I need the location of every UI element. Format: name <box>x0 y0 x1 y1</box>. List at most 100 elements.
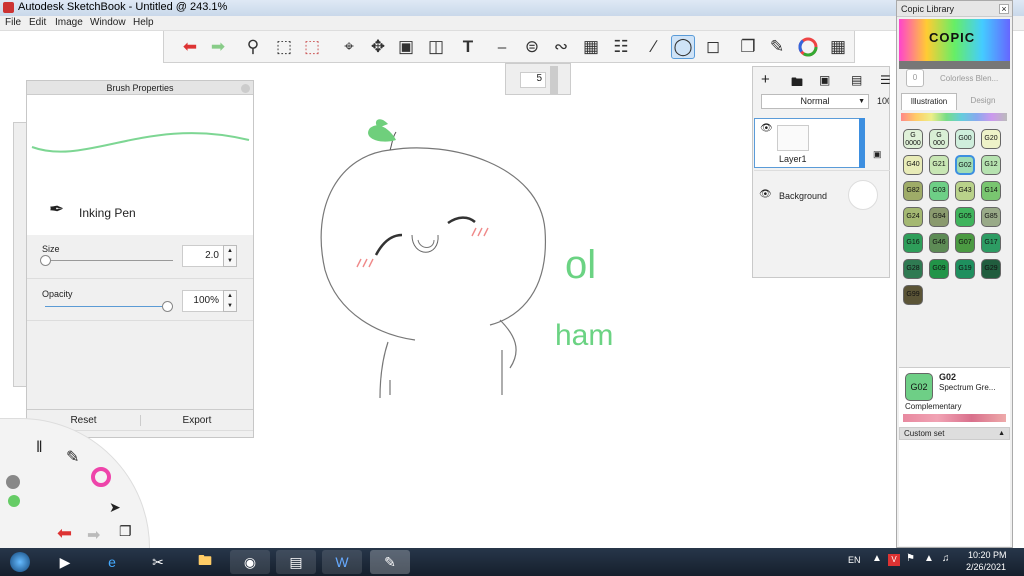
shape-icon[interactable]: ◻ <box>701 35 725 59</box>
swatch-g00[interactable]: G00 <box>955 129 975 149</box>
copic-library-icon[interactable]: ▦ <box>826 35 850 59</box>
swatch-g000[interactable]: G 000 <box>929 129 949 149</box>
chrome-icon[interactable]: ◉ <box>230 550 270 574</box>
tab-illustration[interactable]: Illustration <box>901 93 957 110</box>
swatch-g03[interactable]: G03 <box>929 181 949 201</box>
clock-time[interactable]: 10:20 PM <box>968 550 1007 560</box>
swatch-g12[interactable]: G12 <box>981 155 1001 175</box>
blend-mode-select[interactable]: Normal ▼ <box>761 94 869 109</box>
radial-undo-icon[interactable]: ⬅ <box>57 523 72 544</box>
ie-icon[interactable]: e <box>92 550 132 574</box>
signal-icon[interactable]: ▲ <box>924 553 934 564</box>
swatch-g19[interactable]: G19 <box>955 259 975 279</box>
ellipse-guide-icon[interactable]: ⊜ <box>520 35 544 59</box>
clock-date[interactable]: 2/26/2021 <box>966 562 1006 572</box>
pencil-puck-icon[interactable] <box>6 475 20 489</box>
canvas-drawing[interactable]: ol ham <box>300 110 680 410</box>
close-icon[interactable]: × <box>999 4 1009 14</box>
swatch-g0000[interactable]: G 0000 <box>903 129 923 149</box>
menu-help[interactable]: Help <box>133 17 154 28</box>
undo-icon[interactable]: ⬅ <box>178 35 202 59</box>
brush-library-icon[interactable]: ✎ <box>765 35 789 59</box>
start-button[interactable] <box>0 550 40 574</box>
crop-icon[interactable]: ⌖ <box>337 35 361 59</box>
colorless-swatch[interactable]: 0 <box>906 69 924 87</box>
media-player-icon[interactable]: ▶ <box>45 550 85 574</box>
layer-options-icon[interactable]: ▤ <box>851 73 862 87</box>
color-puck-icon[interactable] <box>91 467 111 487</box>
size-stepper[interactable]: ▲ ▼ <box>223 245 237 267</box>
menu-image[interactable]: Image <box>55 17 83 28</box>
volume-icon[interactable]: ♫ <box>942 553 950 564</box>
export-button[interactable]: Export <box>141 415 253 426</box>
add-layer-icon[interactable]: + <box>761 71 770 88</box>
swatch-g24[interactable]: G24 <box>903 207 923 227</box>
layer-opacity-value[interactable]: 100 <box>877 96 889 106</box>
brush-size-slider[interactable] <box>550 66 558 94</box>
swatch-g29[interactable]: G29 <box>981 259 1001 279</box>
brush-size-puck[interactable]: 5 <box>505 63 571 95</box>
opacity-input[interactable]: 100% <box>182 290 224 312</box>
tray-expand-icon[interactable]: ▲ <box>872 553 882 564</box>
swatch-g40[interactable]: G40 <box>903 155 923 175</box>
swatch-g05[interactable]: G05 <box>955 207 975 227</box>
ruler-icon[interactable]: ⎯ <box>490 35 514 59</box>
background-row[interactable]: 👁 Background <box>754 170 890 218</box>
swatch-g02[interactable]: G02 <box>955 155 975 175</box>
perspective-icon[interactable]: ▦ <box>579 35 603 59</box>
swatch-g21[interactable]: G21 <box>929 155 949 175</box>
menu-file[interactable]: File <box>5 17 21 28</box>
snipping-tool-icon[interactable]: ✂ <box>138 550 178 574</box>
sketchbook-icon[interactable]: ✎ <box>370 550 410 574</box>
winrar-icon[interactable]: ▤ <box>276 550 316 574</box>
language-indicator[interactable]: EN <box>848 555 861 565</box>
radial-redo-icon[interactable]: ➡ <box>87 525 100 545</box>
opacity-slider-thumb[interactable] <box>162 301 173 312</box>
explorer-icon[interactable]: 🖿 <box>185 550 225 574</box>
swatch-g07[interactable]: G07 <box>955 233 975 253</box>
layer-lock-icon[interactable]: ▣ <box>873 149 882 160</box>
menu-window[interactable]: Window <box>90 17 126 28</box>
tab-design[interactable]: Design <box>957 93 1009 110</box>
swatch-g43[interactable]: G43 <box>955 181 975 201</box>
move-icon[interactable]: ✥ <box>366 35 390 59</box>
swatch-g94[interactable]: G94 <box>929 207 949 227</box>
swatch-g09[interactable]: G09 <box>929 259 949 279</box>
image-icon[interactable]: ▣ <box>819 73 830 87</box>
ellipse-icon[interactable]: ◯ <box>671 35 695 59</box>
swatch-g82[interactable]: G82 <box>903 181 923 201</box>
select-icon[interactable]: ⬚ <box>272 35 296 59</box>
fill-icon[interactable]: ◫ <box>424 35 448 59</box>
paint-brush-icon[interactable]: ✎ <box>66 447 79 467</box>
select-tool-icon[interactable]: ➤ <box>109 499 121 516</box>
lasso-select-icon[interactable]: ⬚ <box>300 35 324 59</box>
size-input[interactable]: 2.0 <box>182 245 224 267</box>
layers-copy-icon[interactable]: ❐ <box>736 35 760 59</box>
layers-icon[interactable]: ❐ <box>119 523 132 540</box>
swatch-g46[interactable]: G46 <box>929 233 949 253</box>
size-slider-track[interactable] <box>45 260 173 261</box>
layer1-row[interactable]: 👁 Layer1 <box>754 118 860 168</box>
size-slider-thumb[interactable] <box>40 255 51 266</box>
distort-icon[interactable]: ▣ <box>394 35 418 59</box>
french-curve-icon[interactable]: ∾ <box>549 35 573 59</box>
zoom-icon[interactable]: ⚲ <box>241 35 265 59</box>
layer1-opacity-bar[interactable] <box>859 118 865 168</box>
color-dot[interactable] <box>8 495 20 507</box>
opacity-slider-track[interactable] <box>45 306 173 307</box>
brush-icon[interactable]: ‖ <box>36 439 43 457</box>
swatch-g28[interactable]: G28 <box>903 259 923 279</box>
swatch-g99[interactable]: G99 <box>903 285 923 305</box>
banner-collapse[interactable] <box>899 61 1010 69</box>
color-wheel-icon[interactable] <box>796 35 820 59</box>
visibility-eye-icon[interactable]: 👁 <box>760 123 773 134</box>
background-color-swatch[interactable] <box>848 180 878 210</box>
custom-set-header[interactable]: Custom set ▲ <box>899 427 1010 440</box>
menu-icon[interactable]: ☰ <box>880 73 891 87</box>
swatch-g17[interactable]: G17 <box>981 233 1001 253</box>
menu-edit[interactable]: Edit <box>29 17 46 28</box>
swatch-g20[interactable]: G20 <box>981 129 1001 149</box>
color-family-strip[interactable] <box>901 113 1007 121</box>
word-icon[interactable]: W <box>322 550 362 574</box>
redo-icon[interactable]: ➡ <box>206 35 230 59</box>
